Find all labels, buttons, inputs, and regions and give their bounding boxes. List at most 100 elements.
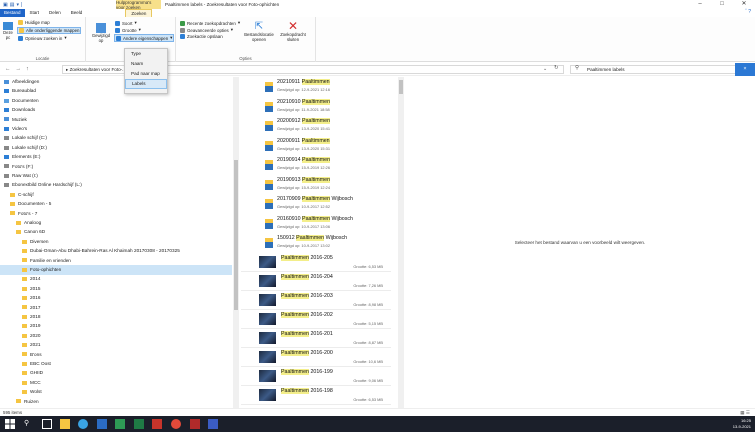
- nav-item[interactable]: C-schijf: [0, 190, 232, 200]
- close-window-button[interactable]: ✕: [733, 0, 755, 9]
- result-folder-item[interactable]: 20190913 Paaltimmen Gewijzigd op: 15-9-20…: [241, 175, 391, 195]
- nav-item[interactable]: Downloads: [0, 105, 232, 115]
- dropdown-item-type[interactable]: Type: [125, 49, 167, 59]
- forward-icon[interactable]: →: [16, 66, 22, 72]
- task-view-icon[interactable]: [42, 419, 52, 429]
- nav-item[interactable]: Familie en vrienden: [0, 256, 232, 266]
- up-icon[interactable]: ↑: [26, 66, 29, 72]
- nav-item[interactable]: EBC Oost: [0, 359, 232, 369]
- customize-qat-icon[interactable]: ▾: [16, 2, 19, 8]
- nav-item[interactable]: Raw Wat (I:): [0, 171, 232, 181]
- result-folder-item[interactable]: 20210911 Paaltimmen Gewijzigd op: 12-9-20…: [241, 77, 391, 97]
- results-scrollbar[interactable]: [398, 77, 404, 408]
- opera-icon[interactable]: [171, 419, 181, 429]
- deze-pc-button[interactable]: Deze pc: [2, 22, 14, 41]
- result-file-item[interactable]: Paaltimmen 2016-199 Grootte: 9,06 MB: [241, 367, 391, 386]
- nav-item[interactable]: Ruizen: [0, 397, 232, 407]
- dropdown-item-naam[interactable]: Naam: [125, 59, 167, 69]
- nav-item[interactable]: 2021: [0, 340, 232, 350]
- nav-item[interactable]: Documenten - 5: [0, 199, 232, 209]
- result-file-item[interactable]: Paaltimmen 2016-205 Grootte: 6,53 MB: [241, 253, 391, 272]
- search-input[interactable]: Paaltimmen labels: [570, 65, 740, 74]
- soort-button[interactable]: Soort ▾: [115, 20, 137, 26]
- nav-item[interactable]: Foto's (F:): [0, 162, 232, 172]
- tab-beeld[interactable]: Beeld: [66, 9, 88, 17]
- result-file-item[interactable]: Paaltimmen 2016-202 Grootte: 5,15 MB: [241, 310, 391, 329]
- zoekactie-opslaan-button[interactable]: Zoekactie opslaan: [180, 34, 223, 39]
- nav-item[interactable]: 2020: [0, 331, 232, 341]
- nav-item[interactable]: Analoog: [0, 218, 232, 228]
- result-folder-item[interactable]: 150912 Paaltimmen Wijbosch Gewijzigd op: …: [241, 233, 391, 253]
- nav-item[interactable]: Elements (E:): [0, 152, 232, 162]
- new-folder-icon[interactable]: ▤: [10, 2, 15, 8]
- nav-item[interactable]: Canon 6D: [0, 227, 232, 237]
- help-icon[interactable]: ˇ ?: [745, 9, 751, 15]
- bestandslocatie-openen-button[interactable]: ⇱ Bestandslocatie openen: [243, 21, 275, 43]
- chevron-down-icon[interactable]: ⌄: [543, 66, 547, 72]
- result-file-item[interactable]: Paaltimmen 2016-198 Grootte: 6,53 MB: [241, 386, 391, 405]
- word-icon[interactable]: [97, 419, 107, 429]
- nav-item[interactable]: Ebonextbild Online Hardschijf (L:): [0, 180, 232, 190]
- gewijzigd-op-button[interactable]: Gewijzigd op: [90, 23, 112, 44]
- tab-bestand[interactable]: Bestand: [0, 9, 25, 17]
- nav-item[interactable]: 2019: [0, 321, 232, 331]
- nav-item[interactable]: Diversen: [0, 237, 232, 247]
- refresh-icon[interactable]: ↻: [554, 65, 559, 71]
- result-folder-item[interactable]: 20170909 Paaltimmen Wijbosch Gewijzigd op…: [241, 194, 391, 214]
- nav-item[interactable]: Wolst: [0, 387, 232, 397]
- tab-start[interactable]: Start: [25, 9, 45, 17]
- geavanceerde-opties-button[interactable]: Geavanceerde opties ▾: [180, 27, 233, 33]
- back-icon[interactable]: ←: [5, 66, 11, 72]
- result-folder-item[interactable]: 20200911 Paaltimmen Gewijzigd op: 13-9-20…: [241, 136, 391, 156]
- nav-item[interactable]: Bureaublad: [0, 86, 232, 96]
- zoekopdracht-sluiten-button[interactable]: ✕ Zoekopdracht sluiten: [279, 20, 307, 43]
- result-folder-item[interactable]: 20160910 Paaltimmen Wijbosch Gewijzigd op…: [241, 214, 391, 234]
- nav-item[interactable]: Afbeeldingen: [0, 77, 232, 87]
- nav-item[interactable]: MCC: [0, 378, 232, 388]
- result-file-item[interactable]: Paaltimmen 2016-203 Grootte: 8,98 MB: [241, 291, 391, 310]
- nav-item[interactable]: 2016: [0, 293, 232, 303]
- result-folder-item[interactable]: 20190914 Paaltimmen Gewijzigd op: 15-9-20…: [241, 155, 391, 175]
- properties-icon[interactable]: ▣: [3, 2, 8, 8]
- file-explorer-icon[interactable]: [60, 419, 70, 429]
- nav-item[interactable]: Lokale schijf (D:): [0, 143, 232, 153]
- nav-item[interactable]: B'ons: [0, 350, 232, 360]
- outlook-icon[interactable]: [152, 419, 162, 429]
- recente-zoekopdrachten-button[interactable]: Recente zoekopdrachten ▾: [180, 20, 240, 26]
- lightroom-icon[interactable]: [208, 419, 218, 429]
- dropdown-item-pad-naar-map[interactable]: Pad naar map: [125, 69, 167, 79]
- nav-item[interactable]: 2015: [0, 284, 232, 294]
- nav-item[interactable]: Foto-ophichten: [0, 265, 232, 275]
- excel-icon[interactable]: [134, 419, 144, 429]
- tab-delen[interactable]: Delen: [44, 9, 66, 17]
- nav-item[interactable]: Foto's - 7: [0, 209, 232, 219]
- andere-eigenschappen-button[interactable]: Andere eigenschappen ▾: [114, 34, 175, 42]
- nav-item[interactable]: Muziek: [0, 115, 232, 125]
- clear-search-icon[interactable]: ×: [735, 63, 755, 76]
- tab-zoeken[interactable]: Zoeken: [125, 9, 153, 17]
- nav-item[interactable]: Lokale schijf (C:): [0, 133, 232, 143]
- nav-item[interactable]: Documenten: [0, 96, 232, 106]
- grootte-button[interactable]: Grootte ▾: [115, 27, 141, 33]
- nav-scrollbar-thumb[interactable]: [234, 160, 238, 310]
- opnieuw-zoeken-button[interactable]: Opnieuw zoeken in ▾: [18, 35, 67, 41]
- result-file-item[interactable]: Paaltimmen 2016-204 Grootte: 7,26 MB: [241, 272, 391, 291]
- result-folder-item[interactable]: 20210910 Paaltimmen Gewijzigd op: 11-9-20…: [241, 97, 391, 117]
- taskbar-search-icon[interactable]: ⚲: [24, 419, 34, 429]
- start-button[interactable]: [5, 419, 15, 429]
- taskbar-clock[interactable]: 16:25 13-9-2021: [733, 418, 751, 429]
- nav-item[interactable]: 2017: [0, 303, 232, 313]
- nav-item[interactable]: Video's: [0, 124, 232, 134]
- nav-item[interactable]: 2018: [0, 312, 232, 322]
- app-icon[interactable]: [190, 419, 200, 429]
- result-file-item[interactable]: Paaltimmen 2016-201 Grootte: 8,87 MB: [241, 329, 391, 348]
- alle-submappen-button[interactable]: Alle onderliggende mappen: [17, 27, 82, 34]
- maximize-button[interactable]: □: [711, 0, 733, 9]
- nav-item[interactable]: GHIID: [0, 368, 232, 378]
- dropdown-item-labels[interactable]: Labels: [125, 79, 167, 89]
- result-file-item[interactable]: Paaltimmen 2016-200 Grootte: 10,6 MB: [241, 348, 391, 367]
- nav-item[interactable]: Dubai-Oman-Abu Dhabi-Bahrein-Ras Al Khai…: [0, 246, 232, 256]
- result-folder-item[interactable]: 20200912 Paaltimmen Gewijzigd op: 13-9-20…: [241, 116, 391, 136]
- photos-icon[interactable]: [115, 419, 125, 429]
- minimize-button[interactable]: –: [689, 0, 711, 9]
